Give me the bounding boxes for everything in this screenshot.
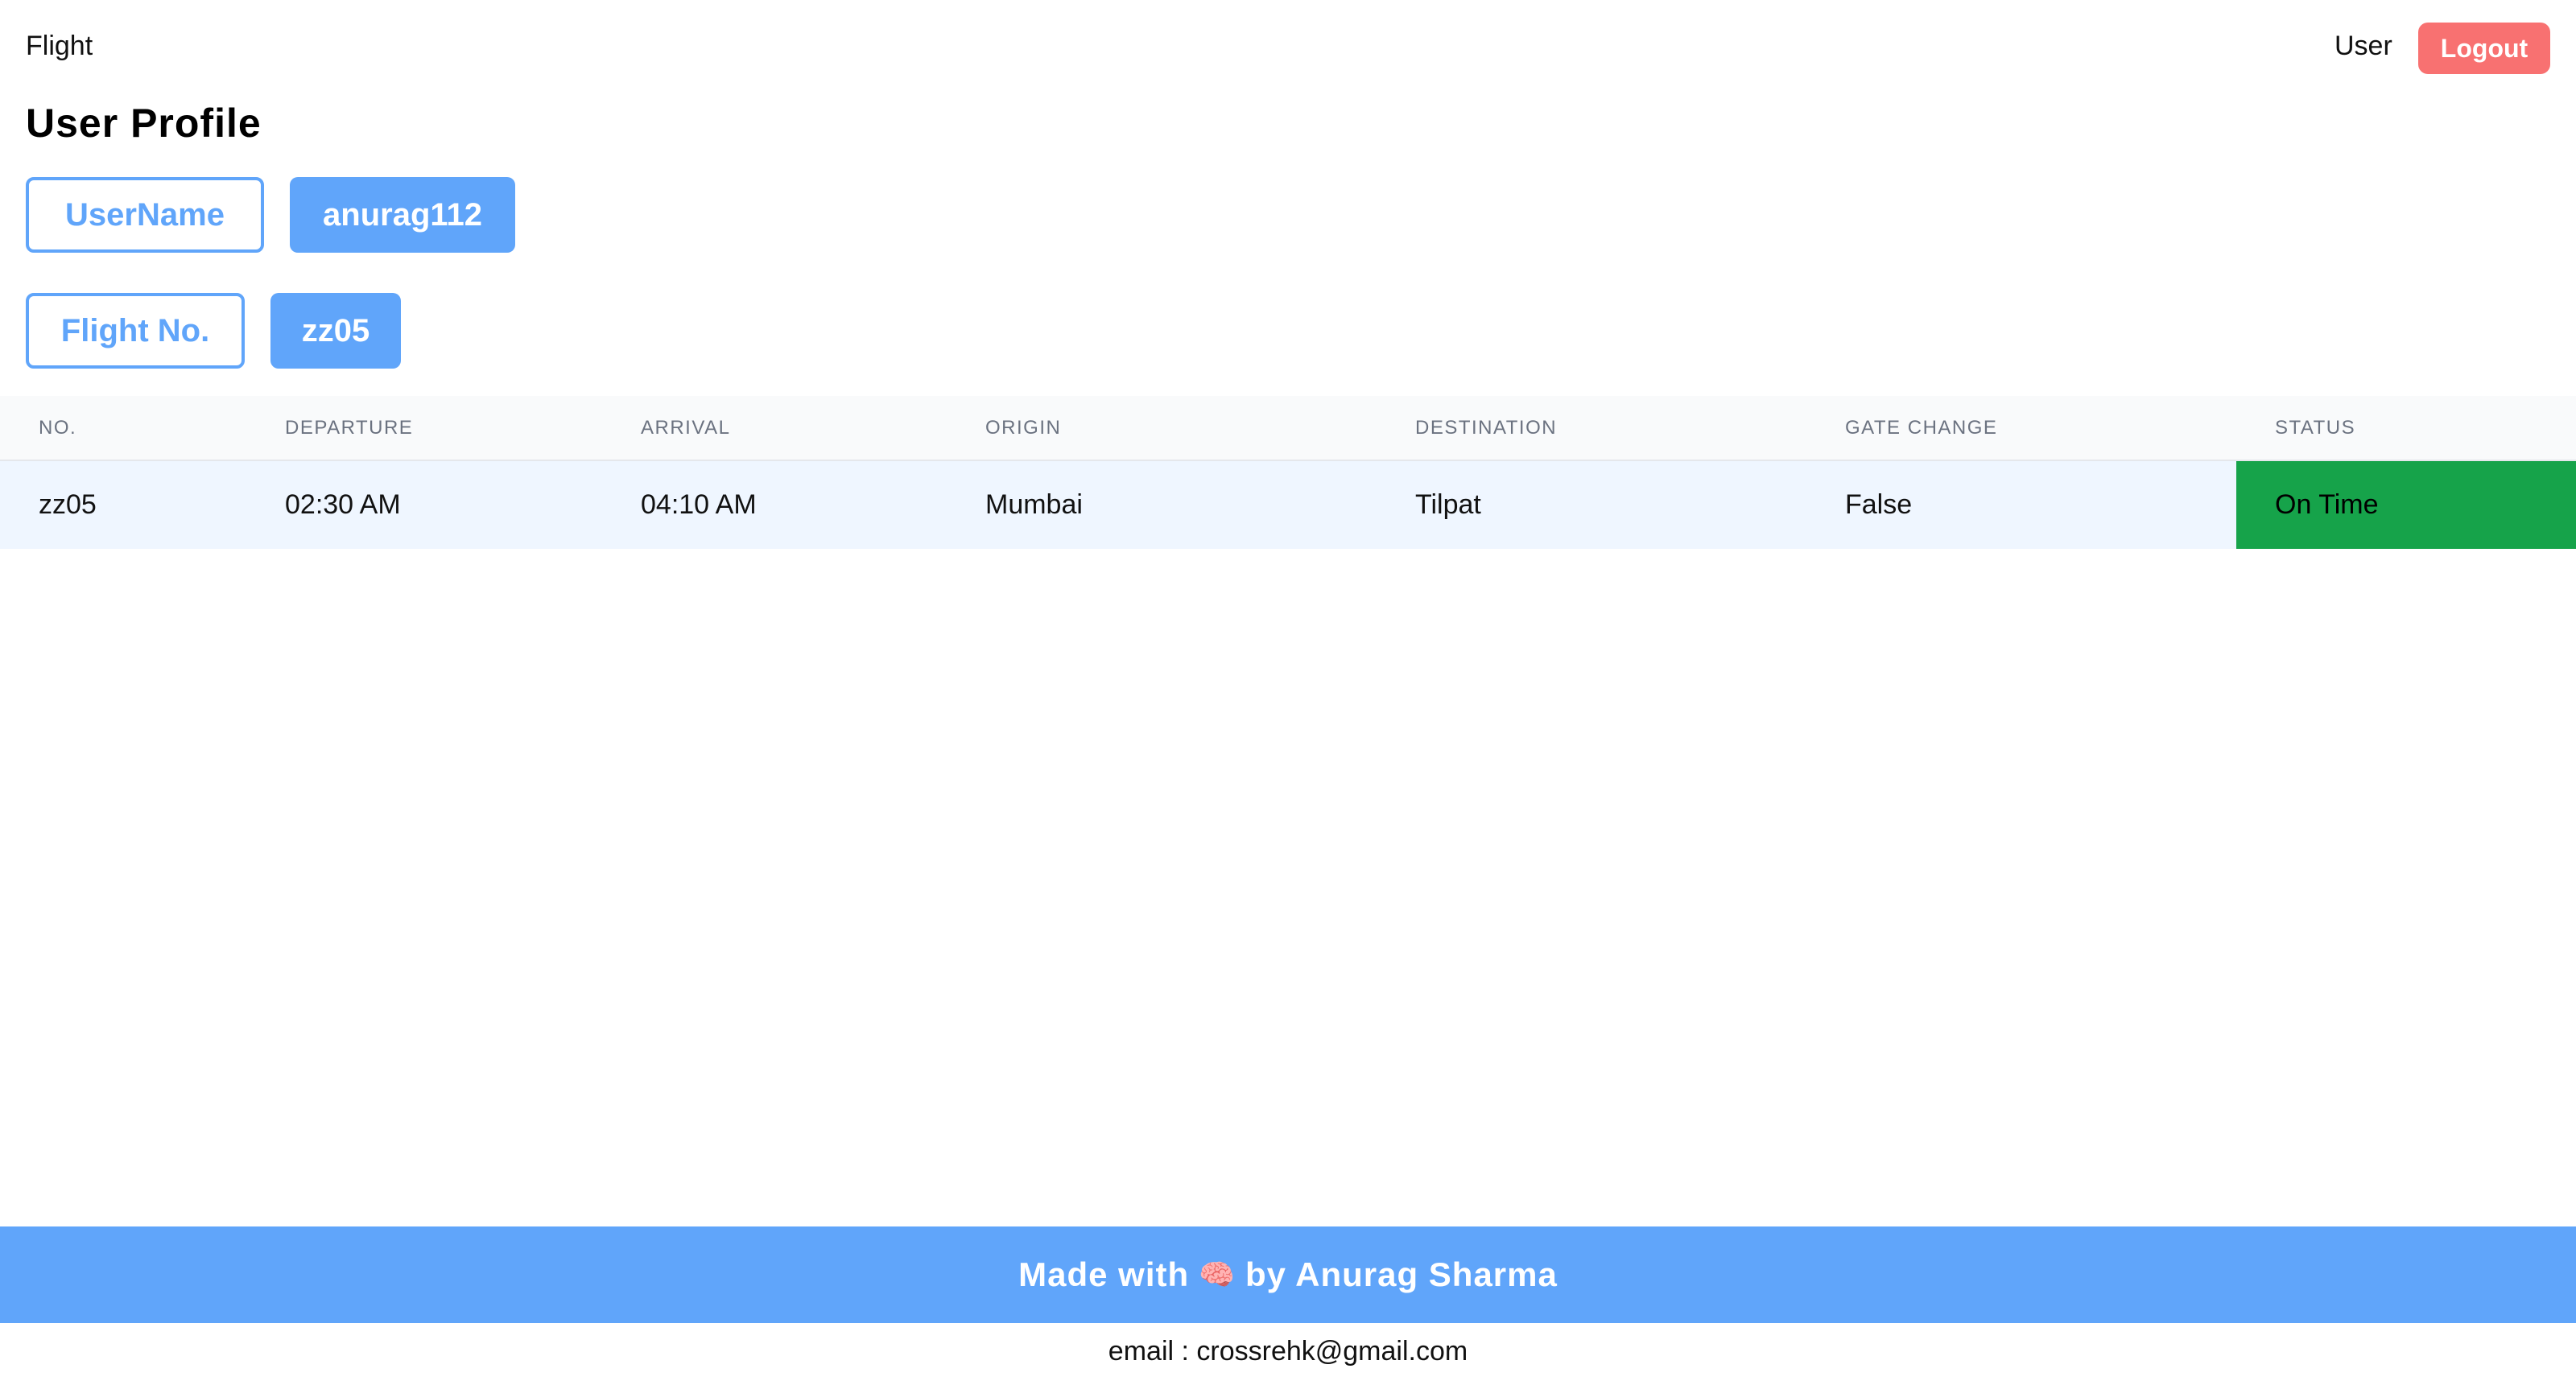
page: Flight User Logout User Profile UserName…: [0, 0, 2576, 1381]
page-title: User Profile: [26, 101, 262, 146]
cell-destination: Tilpat: [1415, 489, 1481, 520]
user-link[interactable]: User: [2334, 31, 2392, 62]
column-header-gate-change: GATE CHANGE: [1845, 416, 1998, 439]
cell-flight-no: zz05: [39, 489, 97, 520]
footer-banner: Made with 🧠 by Anurag Sharma: [0, 1226, 2576, 1323]
table-row: zz05 02:30 AM 04:10 AM Mumbai Tilpat Fal…: [0, 460, 2576, 549]
username-value: anurag112: [290, 177, 515, 253]
brand-link[interactable]: Flight: [26, 31, 93, 62]
username-label: UserName: [26, 177, 264, 253]
column-header-no: NO.: [39, 416, 77, 439]
column-header-destination: DESTINATION: [1415, 416, 1558, 439]
top-navbar: Flight User Logout: [0, 0, 2576, 97]
flight-number-label: Flight No.: [26, 293, 245, 369]
cell-gate-change: False: [1845, 489, 1913, 520]
cell-arrival: 04:10 AM: [641, 489, 757, 520]
logout-button[interactable]: Logout: [2418, 23, 2550, 74]
column-header-departure: DEPARTURE: [285, 416, 414, 439]
flight-number-value: zz05: [270, 293, 401, 369]
brain-icon: 🧠: [1199, 1258, 1236, 1291]
flight-table: NO. DEPARTURE ARRIVAL ORIGIN DESTINATION…: [0, 396, 2576, 549]
column-header-origin: ORIGIN: [985, 416, 1062, 439]
footer-made-with: Made with: [1018, 1255, 1190, 1293]
column-header-status: STATUS: [2275, 416, 2356, 439]
column-header-arrival: ARRIVAL: [641, 416, 731, 439]
table-header-row: NO. DEPARTURE ARRIVAL ORIGIN DESTINATION…: [0, 396, 2576, 460]
footer-author: by Anurag Sharma: [1245, 1255, 1558, 1293]
footer-email[interactable]: email : crossrehk@gmail.com: [0, 1336, 2576, 1367]
cell-origin: Mumbai: [985, 489, 1083, 520]
status-badge: On Time: [2236, 460, 2576, 549]
cell-departure: 02:30 AM: [285, 489, 401, 520]
